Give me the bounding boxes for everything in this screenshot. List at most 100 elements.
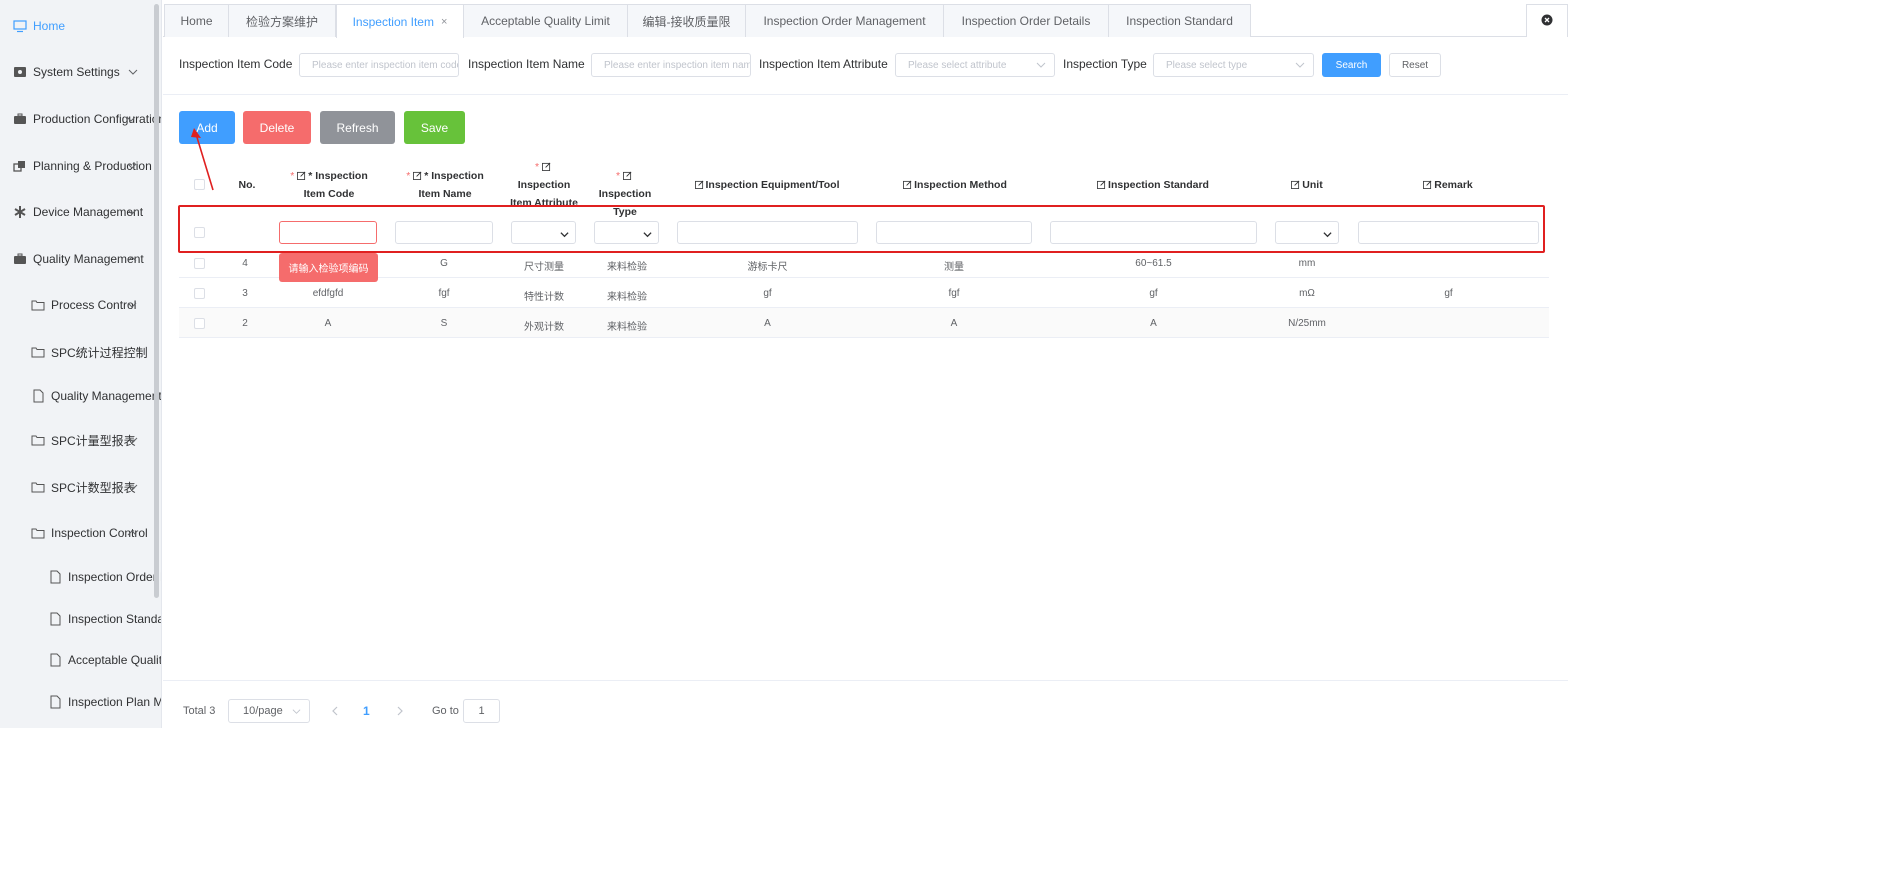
sidebar-item-spc-process-control[interactable]: SPC统计过程控制 bbox=[31, 340, 161, 364]
sidebar-item-process-control[interactable]: Process Control bbox=[31, 293, 161, 317]
sidebar-item-label: Quality Management Board bbox=[51, 389, 162, 403]
cell-no: 4 bbox=[242, 258, 248, 269]
edit-icon bbox=[694, 180, 703, 189]
next-page-icon[interactable] bbox=[395, 705, 407, 717]
tab-label: Acceptable Quality Limit bbox=[481, 14, 610, 28]
cell-equipment: A bbox=[764, 318, 771, 329]
main-content: Home 检验方案维护 Inspection Item × Acceptable … bbox=[163, 0, 1568, 728]
page-size-select[interactable]: 10/page bbox=[228, 699, 310, 723]
sidebar-item-spc-variable-report[interactable]: SPC计量型报表 bbox=[31, 428, 161, 452]
goto-page-input[interactable]: 1 bbox=[463, 699, 500, 723]
attribute-select[interactable]: Please select attribute bbox=[895, 53, 1055, 77]
total-count: Total 3 bbox=[183, 705, 216, 717]
tab-edit-aql[interactable]: 编辑-接收质量限 bbox=[627, 4, 746, 37]
cell-code: efdfgfd bbox=[312, 288, 344, 299]
cell-no: 2 bbox=[242, 318, 248, 329]
briefcase-icon bbox=[13, 252, 27, 266]
cell-type: 来料检验 bbox=[607, 292, 647, 303]
cell-no: 3 bbox=[242, 288, 248, 299]
table-row[interactable] bbox=[179, 250, 1549, 278]
sidebar-item-quality-management[interactable]: Quality Management bbox=[13, 247, 161, 271]
cell-name: G bbox=[440, 258, 448, 269]
tab-acceptable-quality-limit[interactable]: Acceptable Quality Limit bbox=[463, 4, 628, 37]
tab-home[interactable]: Home bbox=[164, 4, 229, 37]
page-number[interactable]: 1 bbox=[363, 704, 370, 718]
tab-inspection-order-management[interactable]: Inspection Order Management bbox=[745, 4, 944, 37]
tab-label: Inspection Standard bbox=[1126, 14, 1233, 28]
sidebar-item-system-settings[interactable]: System Settings bbox=[13, 60, 161, 84]
code-search-input[interactable]: Please enter inspection item code bbox=[299, 53, 459, 77]
folder-icon bbox=[31, 298, 45, 312]
sidebar-item-label: SPC统计过程控制 bbox=[51, 345, 148, 360]
row-checkbox[interactable] bbox=[194, 288, 205, 299]
sidebar: Home System Settings Production Configur… bbox=[0, 0, 162, 728]
sidebar-item-label: System Settings bbox=[33, 65, 120, 79]
gear-box-icon bbox=[13, 65, 27, 79]
search-button[interactable]: Search bbox=[1322, 53, 1381, 77]
sidebar-item-label: Process Control bbox=[51, 298, 137, 312]
edit-icon bbox=[413, 171, 422, 180]
header-equipment: Inspection Equipment/Tool bbox=[677, 176, 857, 194]
save-button[interactable]: Save bbox=[404, 111, 465, 144]
reset-button[interactable]: Reset bbox=[1389, 53, 1441, 77]
type-label: Inspection Type bbox=[1063, 57, 1147, 71]
delete-button[interactable]: Delete bbox=[243, 111, 311, 144]
sidebar-item-label: Inspection Standard bbox=[68, 612, 161, 626]
sidebar-scrollbar[interactable] bbox=[154, 4, 159, 598]
header-unit: Unit bbox=[1275, 176, 1339, 194]
header-code: * * Inspection Item Code bbox=[279, 167, 379, 203]
tab-inspection-order-details[interactable]: Inspection Order Details bbox=[943, 4, 1109, 37]
sidebar-item-production-configuration[interactable]: Production Configuration bbox=[13, 107, 161, 131]
sidebar-item-inspection-order-management[interactable]: Inspection Order Management bbox=[48, 565, 161, 589]
sidebar-item-inspection-plan-maintenance[interactable]: Inspection Plan Maintenance bbox=[48, 690, 161, 714]
tab-inspection-item[interactable]: Inspection Item × bbox=[336, 4, 464, 38]
type-select[interactable]: Please select type bbox=[1153, 53, 1314, 77]
close-circle-icon bbox=[1541, 14, 1553, 29]
sidebar-item-quality-management-board[interactable]: Quality Management Board bbox=[31, 384, 162, 408]
cell-name: S bbox=[440, 318, 448, 329]
windows-icon bbox=[13, 159, 27, 173]
edit-icon bbox=[1291, 180, 1300, 189]
select-all-checkbox[interactable] bbox=[194, 179, 205, 190]
cell-equipment: 游标卡尺 bbox=[747, 262, 788, 273]
name-search-input[interactable]: Please enter inspection item name bbox=[591, 53, 751, 77]
divider bbox=[163, 94, 1568, 95]
cell-name: fgf bbox=[438, 288, 450, 299]
tab-inspection-standard[interactable]: Inspection Standard bbox=[1108, 4, 1251, 37]
sidebar-item-acceptable-quality-limit[interactable]: Acceptable Quality Limit bbox=[48, 648, 162, 672]
header-no: No. bbox=[238, 179, 256, 191]
header-label: Unit bbox=[1302, 179, 1323, 191]
sidebar-item-inspection-standard[interactable]: Inspection Standard bbox=[48, 607, 161, 631]
sidebar-item-planning-production[interactable]: Planning & Production bbox=[13, 154, 161, 178]
row-checkbox[interactable] bbox=[194, 258, 205, 269]
table-row[interactable] bbox=[179, 278, 1549, 308]
refresh-button[interactable]: Refresh bbox=[320, 111, 395, 144]
chevron-down-icon bbox=[127, 434, 139, 446]
cell-attribute: 尺寸测量 bbox=[524, 262, 564, 273]
tab-label: Inspection Item bbox=[352, 14, 434, 29]
sidebar-item-spc-attribute-report[interactable]: SPC计数型报表 bbox=[31, 475, 161, 499]
header-name: * * Inspection Item Name bbox=[396, 167, 494, 203]
sidebar-item-label: Acceptable Quality Limit bbox=[68, 653, 162, 667]
sidebar-item-inspection-control[interactable]: Inspection Control bbox=[31, 521, 161, 545]
required-mark: * bbox=[615, 170, 621, 182]
prev-page-icon[interactable] bbox=[330, 705, 342, 717]
row-checkbox[interactable] bbox=[194, 318, 205, 329]
sidebar-item-home[interactable]: Home bbox=[13, 14, 161, 38]
tab-inspection-plan-maintenance[interactable]: 检验方案维护 bbox=[228, 4, 336, 37]
code-label: Inspection Item Code bbox=[179, 57, 293, 71]
folder-icon bbox=[31, 433, 45, 447]
chevron-down-icon bbox=[127, 66, 139, 78]
close-all-tabs-button[interactable] bbox=[1526, 4, 1568, 37]
folder-icon bbox=[31, 526, 45, 540]
header-label: Inspection Item Attribute bbox=[510, 179, 578, 208]
annotation-highlight-box bbox=[178, 205, 1545, 253]
table-row[interactable] bbox=[179, 308, 1549, 338]
close-icon[interactable]: × bbox=[441, 16, 447, 28]
sidebar-item-label: Inspection Order Management bbox=[68, 570, 161, 584]
tab-label: 检验方案维护 bbox=[245, 14, 318, 29]
cell-unit: mΩ bbox=[1299, 288, 1315, 299]
sidebar-item-device-management[interactable]: Device Management bbox=[13, 200, 161, 224]
cell-attribute: 特性计数 bbox=[524, 292, 564, 303]
header-label: Inspection Method bbox=[914, 179, 1007, 191]
